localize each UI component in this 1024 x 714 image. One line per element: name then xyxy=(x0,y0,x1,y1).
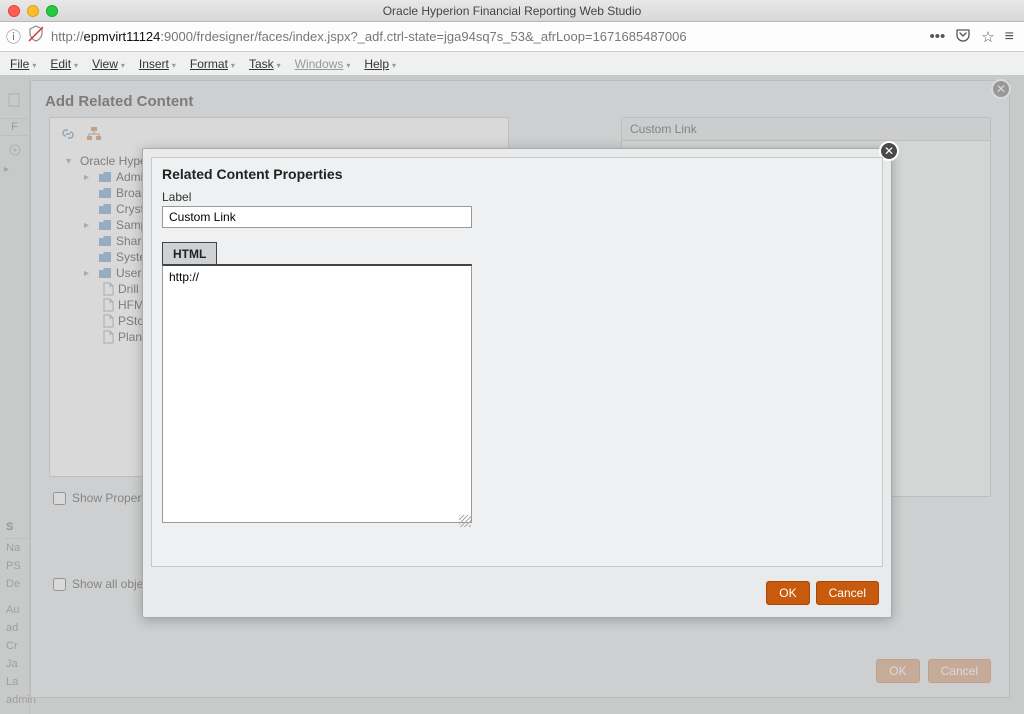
dialog-title: Related Content Properties xyxy=(162,166,872,182)
window-zoom-button[interactable] xyxy=(46,5,58,17)
menu-format[interactable]: Format xyxy=(190,57,235,71)
window-minimize-button[interactable] xyxy=(27,5,39,17)
menu-help[interactable]: Help xyxy=(364,57,396,71)
info-icon[interactable]: ⓘ xyxy=(6,26,21,47)
menu-edit[interactable]: Edit xyxy=(50,57,78,71)
cancel-button[interactable]: Cancel xyxy=(816,581,879,605)
app-menubar: File Edit View Insert Format Task Window… xyxy=(0,52,1024,76)
label-input[interactable] xyxy=(162,206,472,228)
menu-windows[interactable]: Windows xyxy=(295,57,351,71)
window-close-button[interactable] xyxy=(8,5,20,17)
html-textarea[interactable] xyxy=(162,265,472,523)
ok-button[interactable]: OK xyxy=(766,581,809,605)
url-path: :9000/frdesigner/faces/index.jspx?_adf.c… xyxy=(160,29,686,44)
menu-task[interactable]: Task xyxy=(249,57,281,71)
url-scheme: http:// xyxy=(51,29,84,44)
browser-urlbar: ⓘ http://epmvirt11124:9000/frdesigner/fa… xyxy=(0,22,1024,52)
tab-html[interactable]: HTML xyxy=(162,242,217,264)
menu-file[interactable]: File xyxy=(10,57,36,71)
tracker-block-icon[interactable] xyxy=(27,25,45,48)
url-text[interactable]: http://epmvirt11124:9000/frdesigner/face… xyxy=(51,29,923,44)
bookmark-star-icon[interactable]: ☆ xyxy=(981,28,994,46)
menu-view[interactable]: View xyxy=(92,57,125,71)
more-icon[interactable]: ••• xyxy=(929,28,945,45)
menu-insert[interactable]: Insert xyxy=(139,57,176,71)
label-field-caption: Label xyxy=(162,190,872,204)
url-host: epmvirt11124 xyxy=(84,29,161,44)
related-content-properties-dialog: ✕ Related Content Properties Label HTML … xyxy=(142,148,892,618)
resize-grip-icon[interactable] xyxy=(459,515,471,527)
window-titlebar: Oracle Hyperion Financial Reporting Web … xyxy=(0,0,1024,22)
hamburger-menu-icon[interactable]: ≡ xyxy=(1005,28,1014,46)
window-title: Oracle Hyperion Financial Reporting Web … xyxy=(8,4,1016,18)
pocket-icon[interactable] xyxy=(955,27,971,47)
